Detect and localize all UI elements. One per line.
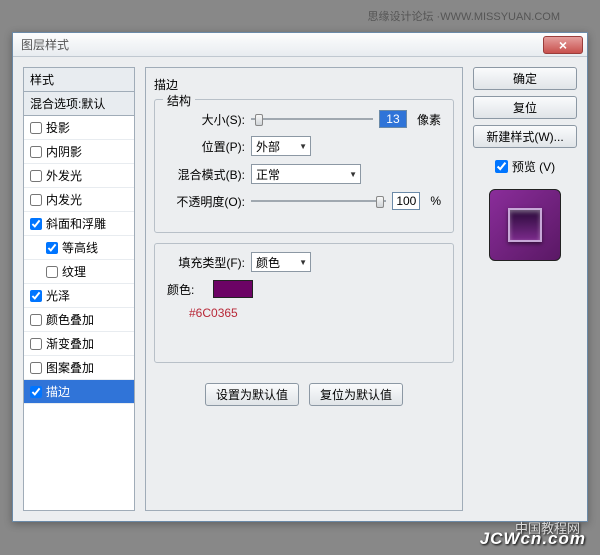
color-label: 颜色: <box>167 281 207 298</box>
style-checkbox[interactable] <box>30 122 42 134</box>
style-label: 外发光 <box>46 167 82 184</box>
styles-header: 样式 <box>24 68 134 92</box>
style-item-4[interactable]: 斜面和浮雕 <box>24 212 134 236</box>
preview-checkbox[interactable] <box>495 160 508 173</box>
style-item-5[interactable]: 等高线 <box>24 236 134 260</box>
color-swatch[interactable] <box>213 280 253 298</box>
style-checkbox[interactable] <box>30 194 42 206</box>
style-item-9[interactable]: 渐变叠加 <box>24 332 134 356</box>
reset-default-button[interactable]: 复位为默认值 <box>309 383 403 406</box>
style-checkbox[interactable] <box>30 362 42 374</box>
style-item-0[interactable]: 投影 <box>24 116 134 140</box>
style-label: 内发光 <box>46 191 82 208</box>
filltype-select[interactable]: 颜色 <box>251 252 311 272</box>
style-checkbox[interactable] <box>46 242 58 254</box>
opacity-slider[interactable] <box>251 193 386 209</box>
blendmode-select[interactable]: 正常 <box>251 164 361 184</box>
position-label: 位置(P): <box>167 138 245 155</box>
structure-legend: 结构 <box>163 92 195 109</box>
newstyle-button[interactable]: 新建样式(W)... <box>473 125 577 148</box>
ok-button[interactable]: 确定 <box>473 67 577 90</box>
style-item-7[interactable]: 光泽 <box>24 284 134 308</box>
style-item-8[interactable]: 颜色叠加 <box>24 308 134 332</box>
style-checkbox[interactable] <box>30 290 42 302</box>
style-item-6[interactable]: 纹理 <box>24 260 134 284</box>
action-panel: 确定 复位 新建样式(W)... 预览 (V) <box>473 67 577 511</box>
style-label: 描边 <box>46 383 70 400</box>
preview-thumbnail <box>489 189 561 261</box>
filltype-label: 填充类型(F): <box>167 254 245 271</box>
style-label: 纹理 <box>62 263 86 280</box>
size-label: 大小(S): <box>167 111 245 128</box>
size-slider[interactable] <box>251 111 373 127</box>
header-attribution: 思缘设计论坛 ·WWW.MISSYUAN.COM <box>368 8 561 24</box>
blendmode-label: 混合模式(B): <box>167 166 245 183</box>
style-label: 图案叠加 <box>46 359 94 376</box>
dialog-title: 图层样式 <box>17 36 69 53</box>
style-checkbox[interactable] <box>30 218 42 230</box>
panel-title: 描边 <box>154 76 454 93</box>
style-label: 斜面和浮雕 <box>46 215 106 232</box>
size-unit: 像素 <box>417 111 441 128</box>
style-item-1[interactable]: 内阴影 <box>24 140 134 164</box>
style-checkbox[interactable] <box>30 386 42 398</box>
cancel-button[interactable]: 复位 <box>473 96 577 119</box>
style-item-10[interactable]: 图案叠加 <box>24 356 134 380</box>
layer-style-dialog: 图层样式 × 样式 混合选项:默认 投影内阴影外发光内发光斜面和浮雕等高线纹理光… <box>12 32 588 522</box>
set-default-button[interactable]: 设置为默认值 <box>205 383 299 406</box>
style-label: 等高线 <box>62 239 98 256</box>
style-label: 颜色叠加 <box>46 311 94 328</box>
preview-label: 预览 (V) <box>512 158 555 175</box>
opacity-unit: % <box>430 194 441 208</box>
style-item-2[interactable]: 外发光 <box>24 164 134 188</box>
fill-fieldset: 填充类型(F): 颜色 颜色: #6C0365 <box>154 243 454 363</box>
size-input[interactable] <box>379 110 407 128</box>
close-button[interactable]: × <box>543 36 583 54</box>
style-checkbox[interactable] <box>30 314 42 326</box>
style-label: 投影 <box>46 119 70 136</box>
color-hex: #6C0365 <box>189 306 441 320</box>
style-item-11[interactable]: 描边 <box>24 380 134 404</box>
settings-panel: 描边 结构 大小(S): 像素 位置(P): 外部 混合模式(B): 正常 <box>145 67 463 511</box>
position-select[interactable]: 外部 <box>251 136 311 156</box>
style-checkbox[interactable] <box>30 170 42 182</box>
structure-fieldset: 结构 大小(S): 像素 位置(P): 外部 混合模式(B): 正常 不透明度(… <box>154 99 454 233</box>
blend-options-item[interactable]: 混合选项:默认 <box>24 92 134 116</box>
watermark: JCWcn.com <box>480 529 586 549</box>
style-label: 光泽 <box>46 287 70 304</box>
titlebar: 图层样式 × <box>13 33 587 57</box>
style-label: 内阴影 <box>46 143 82 160</box>
style-checkbox[interactable] <box>46 266 58 278</box>
style-checkbox[interactable] <box>30 146 42 158</box>
opacity-input[interactable] <box>392 192 420 210</box>
style-item-3[interactable]: 内发光 <box>24 188 134 212</box>
preview-checkbox-row[interactable]: 预览 (V) <box>473 158 577 175</box>
style-label: 渐变叠加 <box>46 335 94 352</box>
opacity-label: 不透明度(O): <box>167 193 245 210</box>
style-checkbox[interactable] <box>30 338 42 350</box>
styles-list: 样式 混合选项:默认 投影内阴影外发光内发光斜面和浮雕等高线纹理光泽颜色叠加渐变… <box>23 67 135 511</box>
